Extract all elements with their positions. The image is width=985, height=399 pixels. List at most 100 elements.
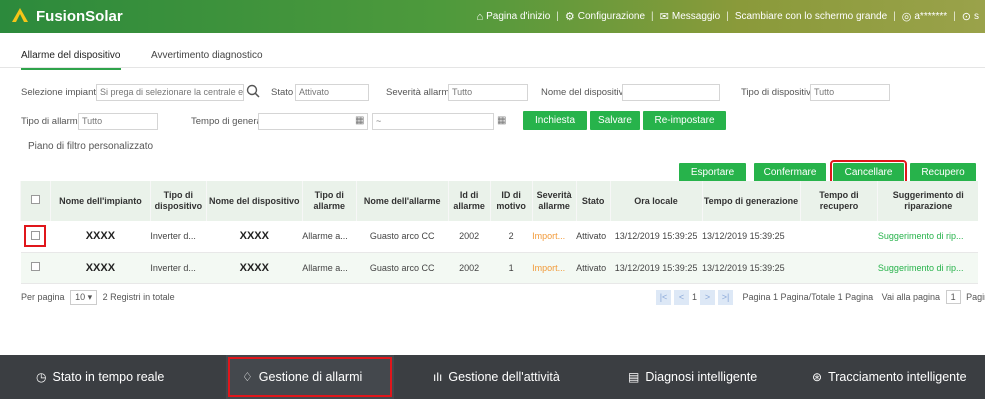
gauge-icon: ◷ <box>36 370 47 384</box>
bottom-nav-activity-management[interactable]: ılı Gestione dell'attività <box>433 355 560 399</box>
export-button[interactable]: Esportare <box>679 163 746 182</box>
col-header-device-name[interactable]: Nome del dispositivo <box>205 181 303 221</box>
table-header-row: Nome dell'impianto Tipo di dispositivo N… <box>20 181 978 221</box>
tracking-icon: ⊛ <box>812 370 823 384</box>
state-select[interactable]: Attivato <box>295 84 369 101</box>
gen-time-end-input[interactable]: ~ <box>372 113 494 130</box>
repair-suggestion-link[interactable]: Suggerimento di rip... <box>877 221 978 253</box>
per-page-select[interactable]: 10 ▾ <box>70 290 98 305</box>
device-name-input[interactable] <box>622 84 720 101</box>
col-header-severity[interactable]: Severità allarme <box>531 181 577 221</box>
state-cell: Attivato <box>576 221 611 253</box>
bottom-nav-realtime-status[interactable]: ◷ Stato in tempo reale <box>36 355 164 399</box>
repair-suggestion-link[interactable]: Suggerimento di rip... <box>877 252 978 284</box>
nav-more[interactable]: s <box>974 11 979 22</box>
bottom-nav-smart-diagnosis[interactable]: ▤ Diagnosi intelligente <box>628 355 757 399</box>
pager-left: Per pagina 10 ▾ 2 Registri in totale <box>21 290 175 305</box>
alarm-nav-highlight-frame <box>228 357 392 397</box>
search-icon[interactable] <box>246 84 260 98</box>
col-header-recovery-time[interactable]: Tempo di recupero <box>799 181 878 221</box>
col-header-reason-id[interactable]: ID di motivo <box>489 181 533 221</box>
table-row[interactable]: XXXX Inverter d... XXXX Allarme a... Gua… <box>20 221 978 253</box>
nav-config-link[interactable]: Configurazione <box>578 11 645 22</box>
device-name-cell: XXXX <box>206 221 303 253</box>
recover-button[interactable]: Recupero <box>910 163 976 182</box>
alarm-type-cell: Allarme a... <box>302 221 357 253</box>
tab-device-alarm[interactable]: Allarme del dispositivo <box>21 50 121 70</box>
delete-button[interactable]: Cancellare <box>830 160 907 185</box>
alarm-tabs: Allarme del dispositivo Avvertimento dia… <box>0 44 985 70</box>
plant-cell: XXXX <box>50 221 151 253</box>
per-page-label: Per pagina <box>21 292 65 302</box>
calendar-end-icon[interactable]: ▦ <box>497 115 506 126</box>
goto-label: Vai alla pagina <box>881 292 941 302</box>
col-header-device-type[interactable]: Tipo di dispositivo <box>149 181 207 221</box>
top-nav: ⌂ Pagina d'inizio | ⚙ Configurazione | ✉… <box>476 10 979 24</box>
reset-button[interactable]: Re-impostare <box>643 111 726 130</box>
alarm-type-cell: Allarme a... <box>302 252 357 284</box>
prev-page-icon[interactable]: < <box>674 290 689 305</box>
table-row[interactable]: XXXX Inverter d... XXXX Allarme a... Gua… <box>20 252 978 284</box>
row-checkbox[interactable] <box>30 262 40 271</box>
calendar-start-icon[interactable]: ▦ <box>355 115 364 126</box>
custom-filter-plan-link[interactable]: Piano di filtro personalizzato <box>28 141 153 152</box>
page-total-text: Pagina 1 Pagina/Totale 1 Pagina <box>742 292 874 302</box>
checkbox-highlight-frame <box>24 225 46 247</box>
col-header-alarm-id[interactable]: Id di allarme <box>447 181 491 221</box>
device-type-select[interactable]: Tutto <box>810 84 890 101</box>
current-page[interactable]: 1 <box>692 292 697 302</box>
fusionsolar-logo-icon <box>12 8 28 22</box>
alarm-type-select[interactable]: Tutto <box>78 113 158 130</box>
col-header-alarm-name[interactable]: Nome dell'allarme <box>355 181 449 221</box>
save-button[interactable]: Salvare <box>590 111 640 130</box>
diagnosis-icon: ▤ <box>628 370 640 384</box>
select-all-checkbox[interactable] <box>30 195 40 204</box>
col-header-state[interactable]: Stato <box>575 181 611 221</box>
plant-select-label: Selezione impianto <box>21 87 102 98</box>
page-label: Pagina <box>966 292 985 302</box>
device-type-cell: Inverter d... <box>150 221 207 253</box>
state-label: Stato <box>271 87 294 98</box>
select-all-cell <box>20 181 51 221</box>
tab-diagnostic-warning[interactable]: Avvertimento diagnostico <box>151 50 263 61</box>
col-header-suggestion[interactable]: Suggerimento di riparazione <box>877 181 978 221</box>
top-bar: FusionSolar ⌂ Pagina d'inizio | ⚙ Config… <box>0 0 985 33</box>
severity-select[interactable]: Tutto <box>448 84 528 101</box>
bottom-nav: ◷ Stato in tempo reale ♢ Gestione di allar… <box>0 355 985 399</box>
nav-bigscreen-link[interactable]: Scambiare con lo schermo grande <box>735 11 887 22</box>
alarm-name-cell[interactable]: Guasto arco CC <box>356 252 449 284</box>
pager-right: |< <1 > >| Pagina 1 Pagina/Totale 1 Pagina … <box>656 290 985 305</box>
nav-user-menu[interactable]: a******* <box>914 11 947 22</box>
device-type-cell: Inverter d... <box>150 252 207 284</box>
col-header-alarm-type[interactable]: Tipo di allarme <box>301 181 357 221</box>
alarm-id-cell: 2002 <box>448 252 491 284</box>
alarm-name-cell[interactable]: Guasto arco CC <box>356 221 449 253</box>
confirm-button[interactable]: Confermare <box>754 163 826 182</box>
home-icon: ⌂ <box>476 10 484 23</box>
recovery-time-cell <box>800 221 878 253</box>
bottom-nav-smart-tracking[interactable]: ⊛ Tracciamento intelligente <box>812 355 967 399</box>
col-header-plant[interactable]: Nome dell'impianto <box>49 181 151 221</box>
user-icon: ◎ <box>901 11 912 23</box>
state-cell: Attivato <box>576 252 611 284</box>
severity-cell: Import... <box>532 252 577 284</box>
plant-cell: XXXX <box>50 252 151 284</box>
first-page-icon[interactable]: |< <box>656 290 671 305</box>
col-header-local-time[interactable]: Ora locale <box>609 181 703 221</box>
nav-message-link[interactable]: Messaggio <box>672 11 720 22</box>
device-name-cell: XXXX <box>206 252 303 284</box>
alarm-id-cell: 2002 <box>448 221 491 253</box>
col-header-gen-time[interactable]: Tempo di generazione <box>701 181 800 221</box>
device-name-label: Nome del dispositivo <box>541 87 629 98</box>
query-button[interactable]: Inchiesta <box>523 111 587 130</box>
last-page-icon[interactable]: >| <box>718 290 734 305</box>
goto-page-input[interactable]: 1 <box>945 290 961 304</box>
nav-home-link[interactable]: Pagina d'inizio <box>486 11 550 22</box>
help-icon: ⊙ <box>961 11 971 23</box>
next-page-icon[interactable]: > <box>700 290 716 305</box>
reason-id-cell: 1 <box>490 252 533 284</box>
plant-select-input[interactable]: Si prega di selezionare la centrale ele <box>96 84 244 101</box>
gen-time-start-input[interactable] <box>258 113 368 130</box>
recovery-time-cell <box>800 252 878 284</box>
brand-name: FusionSolar <box>36 8 123 25</box>
